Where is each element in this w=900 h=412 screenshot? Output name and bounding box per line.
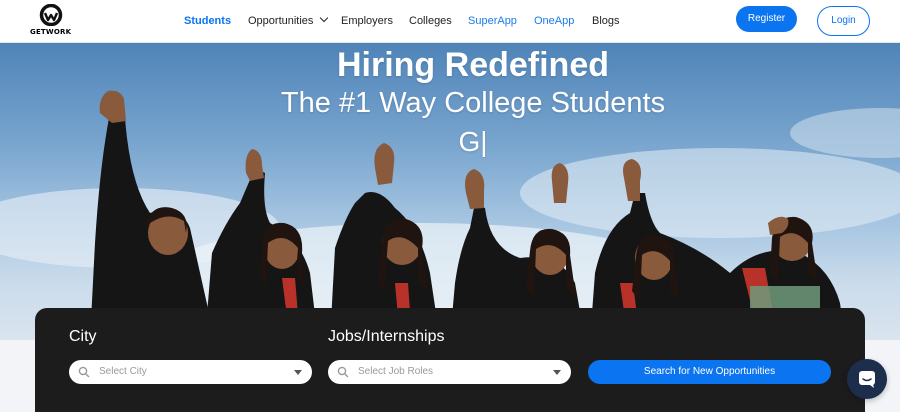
nav-employers[interactable]: Employers [341,0,393,43]
hero-banner: Hiring Redefined The #1 Way College Stud… [0,43,900,340]
site-header: GETWORK Students Opportunities Employers… [0,0,900,43]
search-opportunities-button[interactable]: Search for New Opportunities [588,360,831,384]
caret-down-icon [553,370,561,375]
chat-icon [859,371,875,388]
logo-icon [39,4,63,26]
nav-oneapp[interactable]: OneApp [534,0,574,43]
search-icon [337,366,349,378]
search-panel: City Select City Jobs/Internships Select… [35,308,865,412]
city-placeholder: Select City [99,366,147,377]
city-label: City [69,328,97,345]
register-button[interactable]: Register [736,6,797,32]
nav-opportunities-label: Opportunities [248,15,314,27]
login-button[interactable]: Login [817,6,870,36]
logo-text: GETWORK [30,28,72,36]
nav-colleges[interactable]: Colleges [409,0,452,43]
nav-superapp[interactable]: SuperApp [468,0,517,43]
job-roles-select[interactable]: Select Job Roles [328,360,571,384]
nav-opportunities[interactable]: Opportunities [248,0,329,43]
caret-down-icon [294,370,302,375]
hero-title: Hiring Redefined [336,46,610,84]
job-roles-placeholder: Select Job Roles [358,366,434,377]
jobs-label: Jobs/Internships [328,328,445,345]
hero-typed-text: G| [458,126,488,157]
city-select[interactable]: Select City [69,360,312,384]
nav-students[interactable]: Students [184,0,231,43]
nav-blogs[interactable]: Blogs [592,0,620,43]
search-icon [78,366,90,378]
hero-subtitle: The #1 Way College Students [280,87,666,119]
chat-launcher-button[interactable] [847,359,887,399]
getwork-logo[interactable]: GETWORK [30,4,72,38]
chevron-down-icon [320,13,329,23]
